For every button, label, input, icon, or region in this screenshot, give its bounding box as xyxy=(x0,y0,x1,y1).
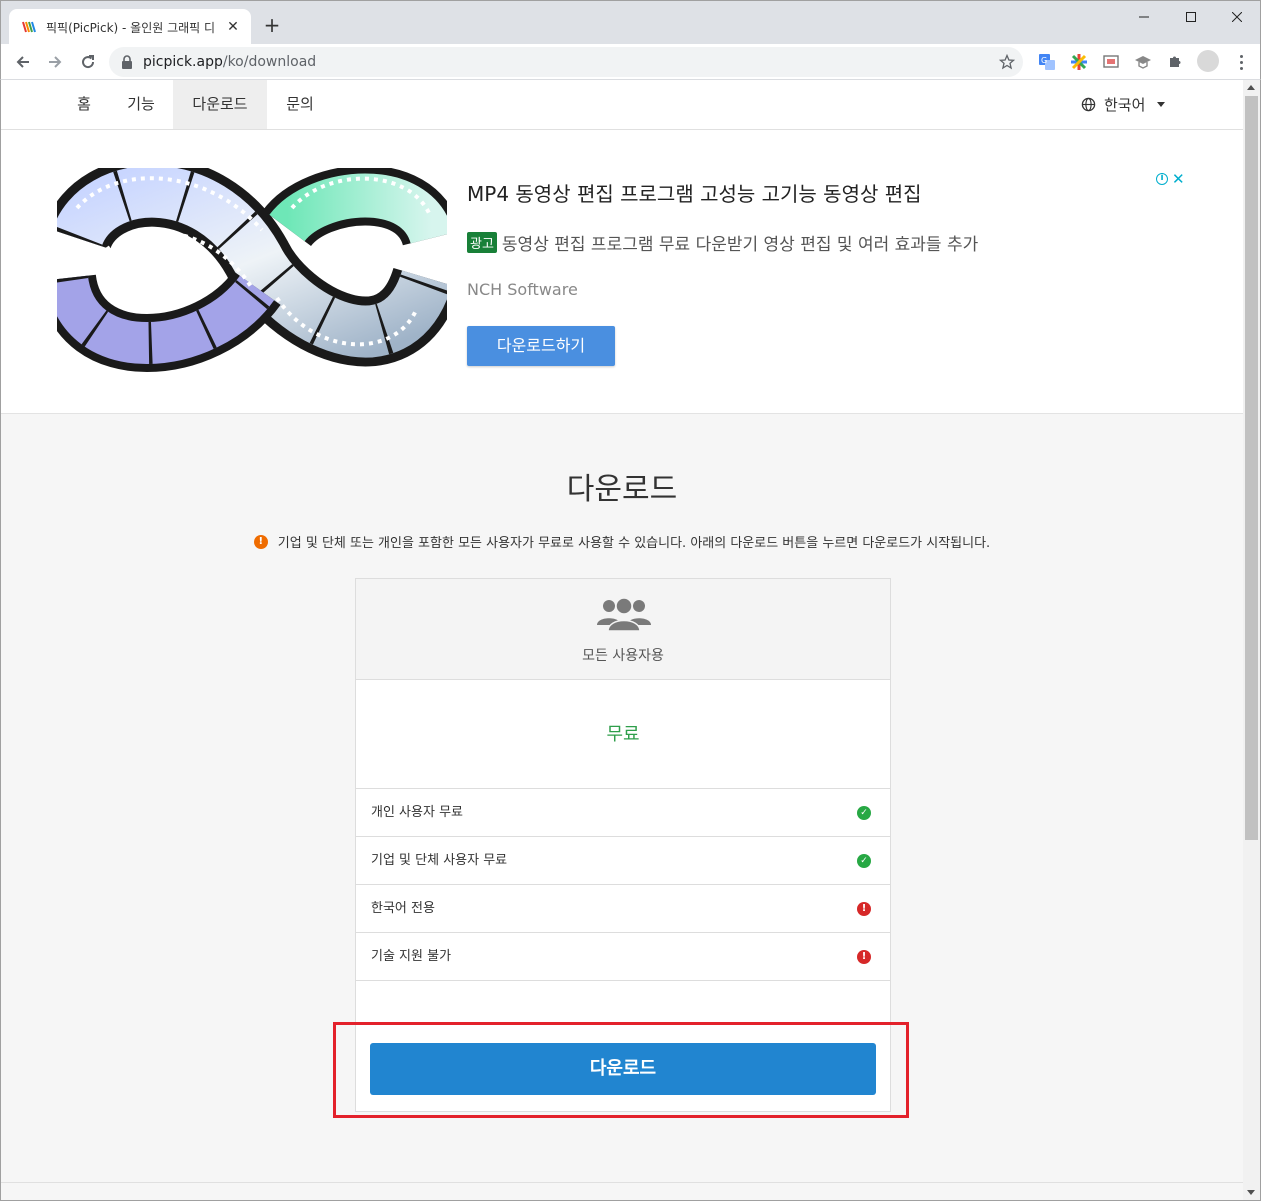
caret-down-icon xyxy=(1157,102,1166,107)
nav-item-features[interactable]: 기능 xyxy=(111,80,171,129)
price-label: 무료 xyxy=(356,680,890,789)
ad-title[interactable]: MP4 동영상 편집 프로그램 고성능 고기능 동영상 편집 xyxy=(467,178,922,207)
svg-text:G: G xyxy=(1041,56,1047,65)
language-label: 한국어 xyxy=(1104,96,1146,114)
window-maximize-button[interactable] xyxy=(1168,5,1214,29)
feature-row: 기업 및 단체 사용자 무료 ✓ xyxy=(356,837,890,885)
window-minimize-button[interactable] xyxy=(1121,5,1167,29)
window-close-button[interactable] xyxy=(1214,5,1260,29)
feature-label: 기술 지원 불가 xyxy=(371,949,452,964)
back-button[interactable] xyxy=(11,50,35,74)
extensions-puzzle-icon[interactable] xyxy=(1165,52,1185,72)
scrollbar-thumb[interactable] xyxy=(1245,96,1258,840)
scroll-down-arrow-icon[interactable] xyxy=(1247,1190,1255,1195)
language-selector[interactable]: 한국어 xyxy=(1081,80,1166,129)
site-navigation: 홈 기능 다운로드 문의 한국어 xyxy=(1,80,1243,130)
page-scrollbar[interactable] xyxy=(1243,80,1260,1200)
scroll-up-arrow-icon[interactable] xyxy=(1247,85,1255,90)
forward-button[interactable] xyxy=(43,50,67,74)
check-circle-icon: ✓ xyxy=(857,854,871,868)
feature-label: 한국어 전용 xyxy=(371,901,435,916)
globe-icon xyxy=(1081,97,1096,112)
close-icon xyxy=(1232,12,1242,22)
notice-text: 기업 및 단체 또는 개인을 포함한 모든 사용자가 무료로 사용할 수 있습니… xyxy=(277,536,991,551)
picpick-favicon-icon xyxy=(22,21,36,33)
exclamation-icon: ! xyxy=(253,534,268,549)
nav-item-contact[interactable]: 문의 xyxy=(273,80,327,129)
maximize-icon xyxy=(1186,12,1196,22)
download-highlight-box xyxy=(333,1022,909,1118)
minimize-icon xyxy=(1139,16,1149,18)
ad-description: 광고 동영상 편집 프로그램 무료 다운받기 영상 편집 및 여러 효과들 추가 xyxy=(467,230,978,255)
bookmark-star-icon[interactable] xyxy=(999,54,1015,70)
arrow-right-icon xyxy=(49,56,62,68)
users-group-icon xyxy=(597,597,651,631)
card-header-label: 모든 사용자용 xyxy=(582,648,664,664)
browser-menu-icon[interactable] xyxy=(1233,52,1249,72)
translate-extension-icon[interactable]: G xyxy=(1037,52,1057,72)
exclamation-circle-icon: ! xyxy=(857,950,871,964)
exclamation-circle-icon: ! xyxy=(857,902,871,916)
nav-item-home[interactable]: 홈 xyxy=(63,80,105,129)
arrow-left-icon xyxy=(16,56,29,68)
screenshot-extension-icon[interactable] xyxy=(1101,52,1121,72)
feature-label: 개인 사용자 무료 xyxy=(371,805,463,820)
feature-row: 기술 지원 불가 ! xyxy=(356,933,890,981)
check-circle-icon: ✓ xyxy=(857,806,871,820)
url-text: picpick.app/ko/download xyxy=(143,54,317,70)
footer-divider xyxy=(1,1182,1243,1183)
nav-item-download[interactable]: 다운로드 xyxy=(173,80,267,129)
page-title: 다운로드 xyxy=(566,472,678,507)
browser-toolbar: picpick.app/ko/download G xyxy=(0,44,1261,80)
reload-button[interactable] xyxy=(76,50,100,74)
browser-tab-strip: 픽픽(PicPick) - 올인원 그래픽 디 ✕ + xyxy=(0,0,1261,45)
tab-title: 픽픽(PicPick) - 올인원 그래픽 디 xyxy=(46,20,216,35)
colorful-extension-icon[interactable] xyxy=(1069,52,1089,72)
ad-close-icon[interactable]: ✕ xyxy=(1172,172,1185,187)
ad-description-text: 동영상 편집 프로그램 무료 다운받기 영상 편집 및 여러 효과들 추가 xyxy=(501,235,979,255)
feature-label: 기업 및 단체 사용자 무료 xyxy=(371,853,508,868)
address-bar[interactable]: picpick.app/ko/download xyxy=(109,47,1023,77)
lock-icon xyxy=(122,55,132,69)
page-viewport: 홈 기능 다운로드 문의 한국어 MP4 동영상 편집 프로그램 고성능 고기능… xyxy=(0,80,1261,1201)
feature-row: 한국어 전용 ! xyxy=(356,885,890,933)
ad-download-button[interactable]: 다운로드하기 xyxy=(467,326,615,366)
advertisement-banner[interactable]: MP4 동영상 편집 프로그램 고성능 고기능 동영상 편집 광고 동영상 편집… xyxy=(1,130,1243,414)
ad-choices[interactable]: i ✕ xyxy=(1156,172,1185,187)
browser-tab[interactable]: 픽픽(PicPick) - 올인원 그래픽 디 ✕ xyxy=(9,9,251,45)
graduation-cap-extension-icon[interactable] xyxy=(1133,52,1153,72)
ad-info-icon[interactable]: i xyxy=(1156,173,1168,185)
ad-badge: 광고 xyxy=(467,232,497,253)
card-header: 모든 사용자용 xyxy=(356,579,890,680)
film-reel-ad-image[interactable] xyxy=(57,168,447,373)
reload-icon xyxy=(82,55,95,69)
feature-row: 개인 사용자 무료 ✓ xyxy=(356,789,890,837)
new-tab-button[interactable]: + xyxy=(261,15,283,37)
ad-advertiser: NCH Software xyxy=(467,280,578,299)
tab-close-icon[interactable]: ✕ xyxy=(225,19,241,35)
profile-avatar[interactable] xyxy=(1197,50,1219,72)
download-notice: ! 기업 및 단체 또는 개인을 포함한 모든 사용자가 무료로 사용할 수 있… xyxy=(1,532,1243,551)
